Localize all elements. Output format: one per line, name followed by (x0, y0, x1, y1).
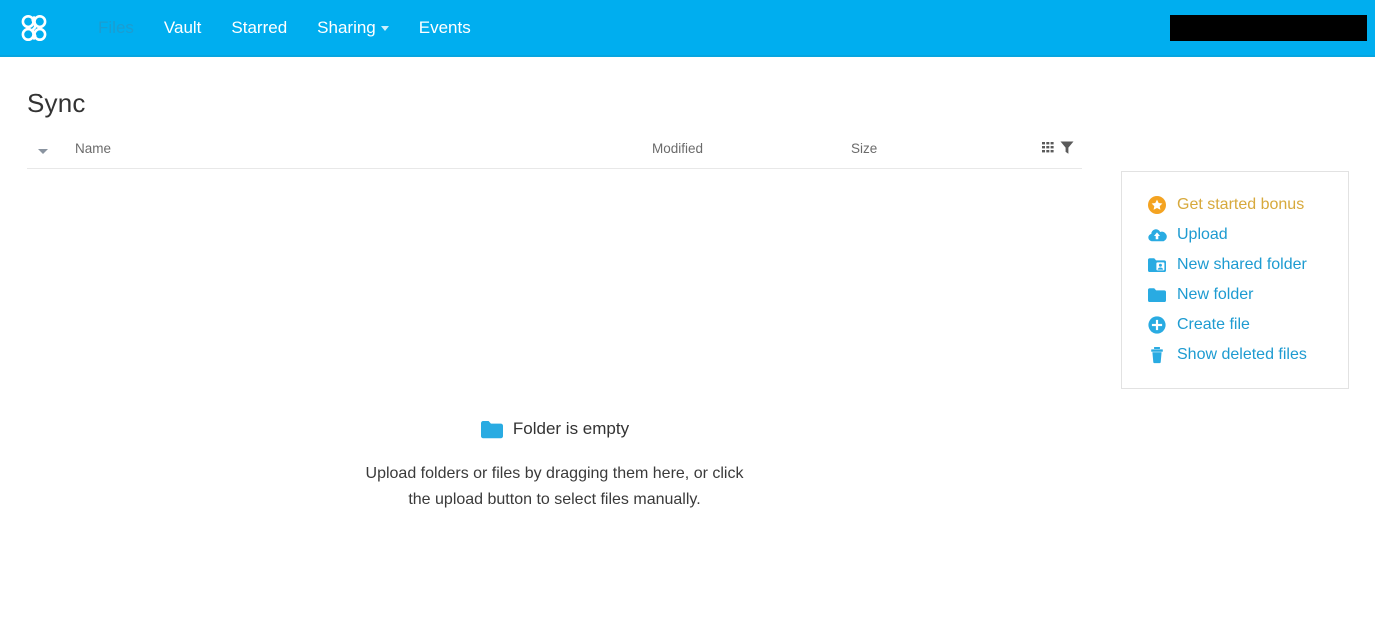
empty-state-description: Upload folders or files by dragging them… (27, 461, 1082, 513)
nav-item-starred[interactable]: Starred (216, 0, 302, 55)
nav-item-vault[interactable]: Vault (149, 0, 217, 55)
plus-circle-icon (1147, 315, 1167, 335)
seafile-cloud-logo-icon[interactable] (14, 8, 54, 48)
top-navbar: Files Vault Starred Sharing Events (0, 0, 1375, 57)
empty-state-title: Folder is empty (512, 419, 630, 438)
column-header-size[interactable]: Size (851, 141, 877, 156)
empty-state-title-row: Folder is empty (27, 415, 1082, 443)
account-redaction-bar (1170, 15, 1367, 41)
nav-item-sharing[interactable]: Sharing (302, 0, 404, 55)
grid-view-icon[interactable] (1042, 140, 1057, 155)
operation-get-started-bonus[interactable]: Get started bonus (1122, 190, 1348, 220)
nav-links: Files Vault Starred Sharing Events (83, 0, 486, 55)
chevron-down-icon (380, 26, 389, 32)
operations-panel: Get started bonus Upload New shared fold… (1121, 171, 1349, 389)
operation-upload[interactable]: Upload (1122, 220, 1348, 250)
file-list-tools (1042, 140, 1074, 155)
operation-label: Upload (1177, 226, 1228, 243)
folder-icon (480, 420, 504, 439)
nav-item-sharing-label: Sharing (317, 18, 376, 37)
file-list-header: Name Modified Size (27, 136, 1082, 169)
nav-item-events[interactable]: Events (404, 0, 486, 55)
folder-icon (1147, 285, 1167, 305)
operation-create-file[interactable]: Create file (1122, 310, 1348, 340)
operation-label: Create file (1177, 316, 1250, 333)
page-title: Sync (27, 88, 86, 118)
sort-caret-down-icon[interactable] (38, 149, 48, 154)
operation-show-deleted-files[interactable]: Show deleted files (1122, 340, 1348, 370)
shared-folder-icon (1147, 255, 1167, 275)
column-header-name[interactable]: Name (75, 141, 111, 156)
operation-label: Get started bonus (1177, 196, 1305, 213)
nav-item-files[interactable]: Files (83, 0, 149, 55)
file-list: Name Modified Size (27, 136, 1082, 169)
empty-state: Folder is empty Upload folders or files … (27, 415, 1082, 513)
operation-label: Show deleted files (1177, 346, 1307, 363)
star-circle-icon (1147, 195, 1167, 215)
operation-new-folder[interactable]: New folder (1122, 280, 1348, 310)
empty-state-line-1: Upload folders or files by dragging them… (365, 465, 744, 482)
cloud-upload-icon (1147, 225, 1167, 245)
trash-icon (1147, 345, 1167, 365)
column-header-modified[interactable]: Modified (652, 141, 703, 156)
filter-icon[interactable] (1060, 140, 1074, 155)
empty-state-line-2: the upload button to select files manual… (408, 491, 701, 508)
operation-label: New shared folder (1177, 256, 1307, 273)
operation-new-shared-folder[interactable]: New shared folder (1122, 250, 1348, 280)
operation-label: New folder (1177, 286, 1254, 303)
